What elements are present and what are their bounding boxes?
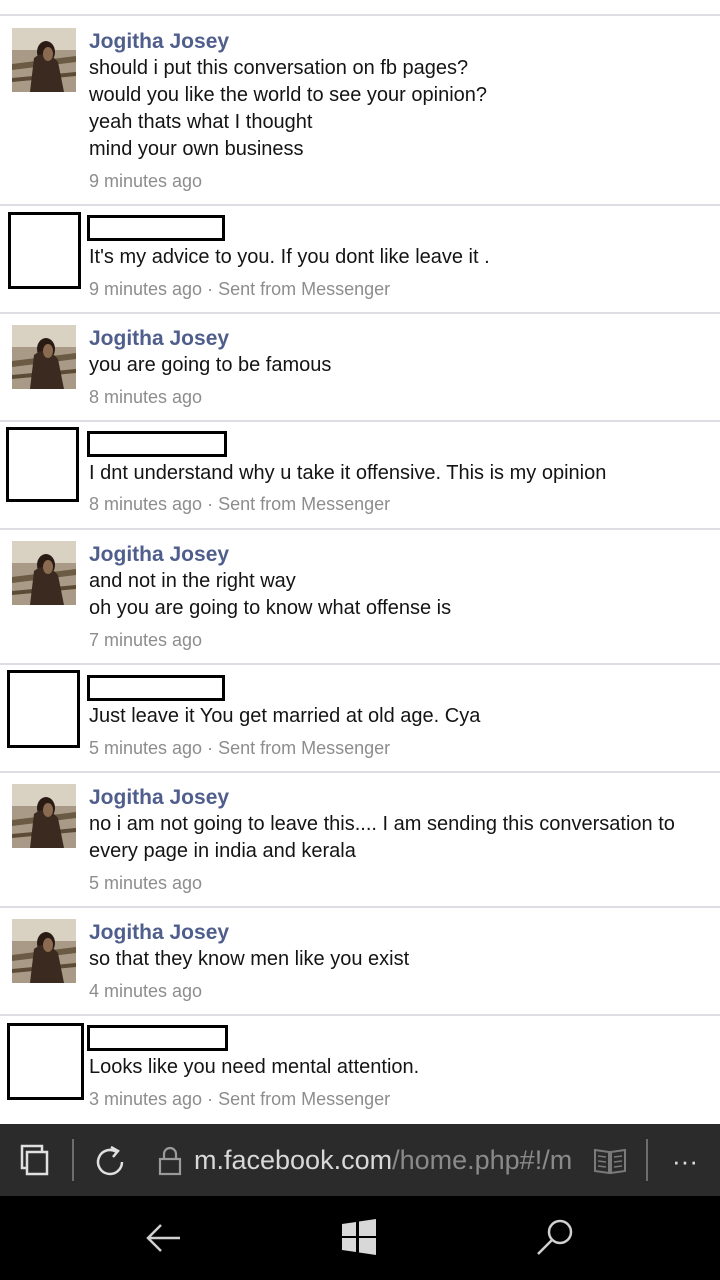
message-text: It's my advice to you. If you dont like … [89,244,706,271]
sender-name[interactable]: Jogitha Josey [89,919,229,946]
avatar[interactable] [12,784,76,848]
message-item: Jogitha Josey you are going to be famous… [0,314,720,422]
message-line: you are going to be famous [89,354,332,376]
timestamp: 5 minutes ago [89,873,203,893]
search-icon[interactable] [534,1216,576,1258]
url-field[interactable]: m.facebook.com/home.php#!/m [194,1142,574,1178]
message-line: should i put this conversation on fb pag… [89,57,469,79]
timestamp: 9 minutes ago [89,171,203,191]
message-item: Jogitha Josey and not in the right way o… [0,530,720,665]
browser-address-bar: m.facebook.com/home.php#!/m ··· [0,1124,720,1196]
message-line: would you like the world to see your opi… [89,84,488,106]
message-text: Looks like you need mental attention. [89,1054,706,1081]
message-line: mind your own business [89,138,304,160]
redacted-avatar [7,1023,84,1100]
message-text: should i put this conversation on fb pag… [89,55,706,163]
message-line: I dnt understand why u take it offensive… [89,462,607,484]
sender-name[interactable]: Jogitha Josey [89,28,229,55]
url-host: m.facebook.com [194,1145,393,1175]
sender-name[interactable]: Jogitha Josey [89,784,229,811]
tabs-icon[interactable] [18,1144,52,1178]
message-item: I dnt understand why u take it offensive… [0,422,720,530]
timestamp: 8 minutes ago [89,387,203,407]
redacted-name [87,215,225,241]
timestamp: 8 minutes ago · Sent from Messenger [89,494,391,514]
message-text: and not in the right way oh you are goin… [89,568,706,622]
message-text: Just leave it You get married at old age… [89,703,706,730]
avatar[interactable] [12,919,76,983]
message-line: Just leave it You get married at old age… [89,705,481,727]
redacted-name [87,1025,228,1051]
message-line: Looks like you need mental attention. [89,1056,420,1078]
redacted-name [87,675,225,701]
refresh-icon[interactable] [92,1144,128,1180]
redacted-avatar [8,212,81,289]
message-item: It's my advice to you. If you dont like … [0,206,720,314]
toolbar-divider [646,1139,648,1181]
message-text: I dnt understand why u take it offensive… [89,460,706,487]
back-icon[interactable] [144,1218,184,1258]
timestamp: 4 minutes ago [89,981,203,1001]
message-text: you are going to be famous [89,352,706,379]
timestamp: 5 minutes ago · Sent from Messenger [89,738,391,758]
more-icon[interactable]: ··· [668,1146,702,1176]
timestamp: 7 minutes ago [89,630,203,650]
url-path: /home.php#!/m [392,1145,573,1175]
reading-view-icon[interactable] [592,1146,628,1176]
timestamp: 3 minutes ago · Sent from Messenger [89,1089,391,1109]
sender-name[interactable]: Jogitha Josey [89,325,229,352]
message-line: oh you are going to know what offense is [89,597,452,619]
message-line: so that they know men like you exist [89,948,410,970]
message-line: It's my advice to you. If you dont like … [89,246,490,268]
message-line: and not in the right way [89,570,296,592]
message-text: no i am not going to leave this.... I am… [89,811,706,865]
toolbar-divider [72,1139,74,1181]
lock-icon [158,1146,182,1176]
previous-message-edge [0,0,720,16]
system-nav-bar [0,1196,720,1280]
message-item: Jogitha Josey so that they know men like… [0,908,720,1016]
message-item: Jogitha Josey should i put this conversa… [0,16,720,206]
message-text: so that they know men like you exist [89,946,706,973]
avatar[interactable] [12,28,76,92]
message-line: no i am not going to leave this.... I am… [89,813,675,862]
avatar[interactable] [12,541,76,605]
message-item: Jogitha Josey no i am not going to leave… [0,773,720,908]
message-item: Looks like you need mental attention. 3 … [0,1016,720,1124]
sender-name[interactable]: Jogitha Josey [89,541,229,568]
avatar[interactable] [12,325,76,389]
message-item: Just leave it You get married at old age… [0,665,720,773]
message-line: yeah thats what I thought [89,111,313,133]
redacted-avatar [7,670,80,748]
redacted-name [87,431,227,457]
redacted-avatar [6,427,79,502]
windows-start-icon[interactable] [340,1218,378,1256]
timestamp: 9 minutes ago · Sent from Messenger [89,279,391,299]
